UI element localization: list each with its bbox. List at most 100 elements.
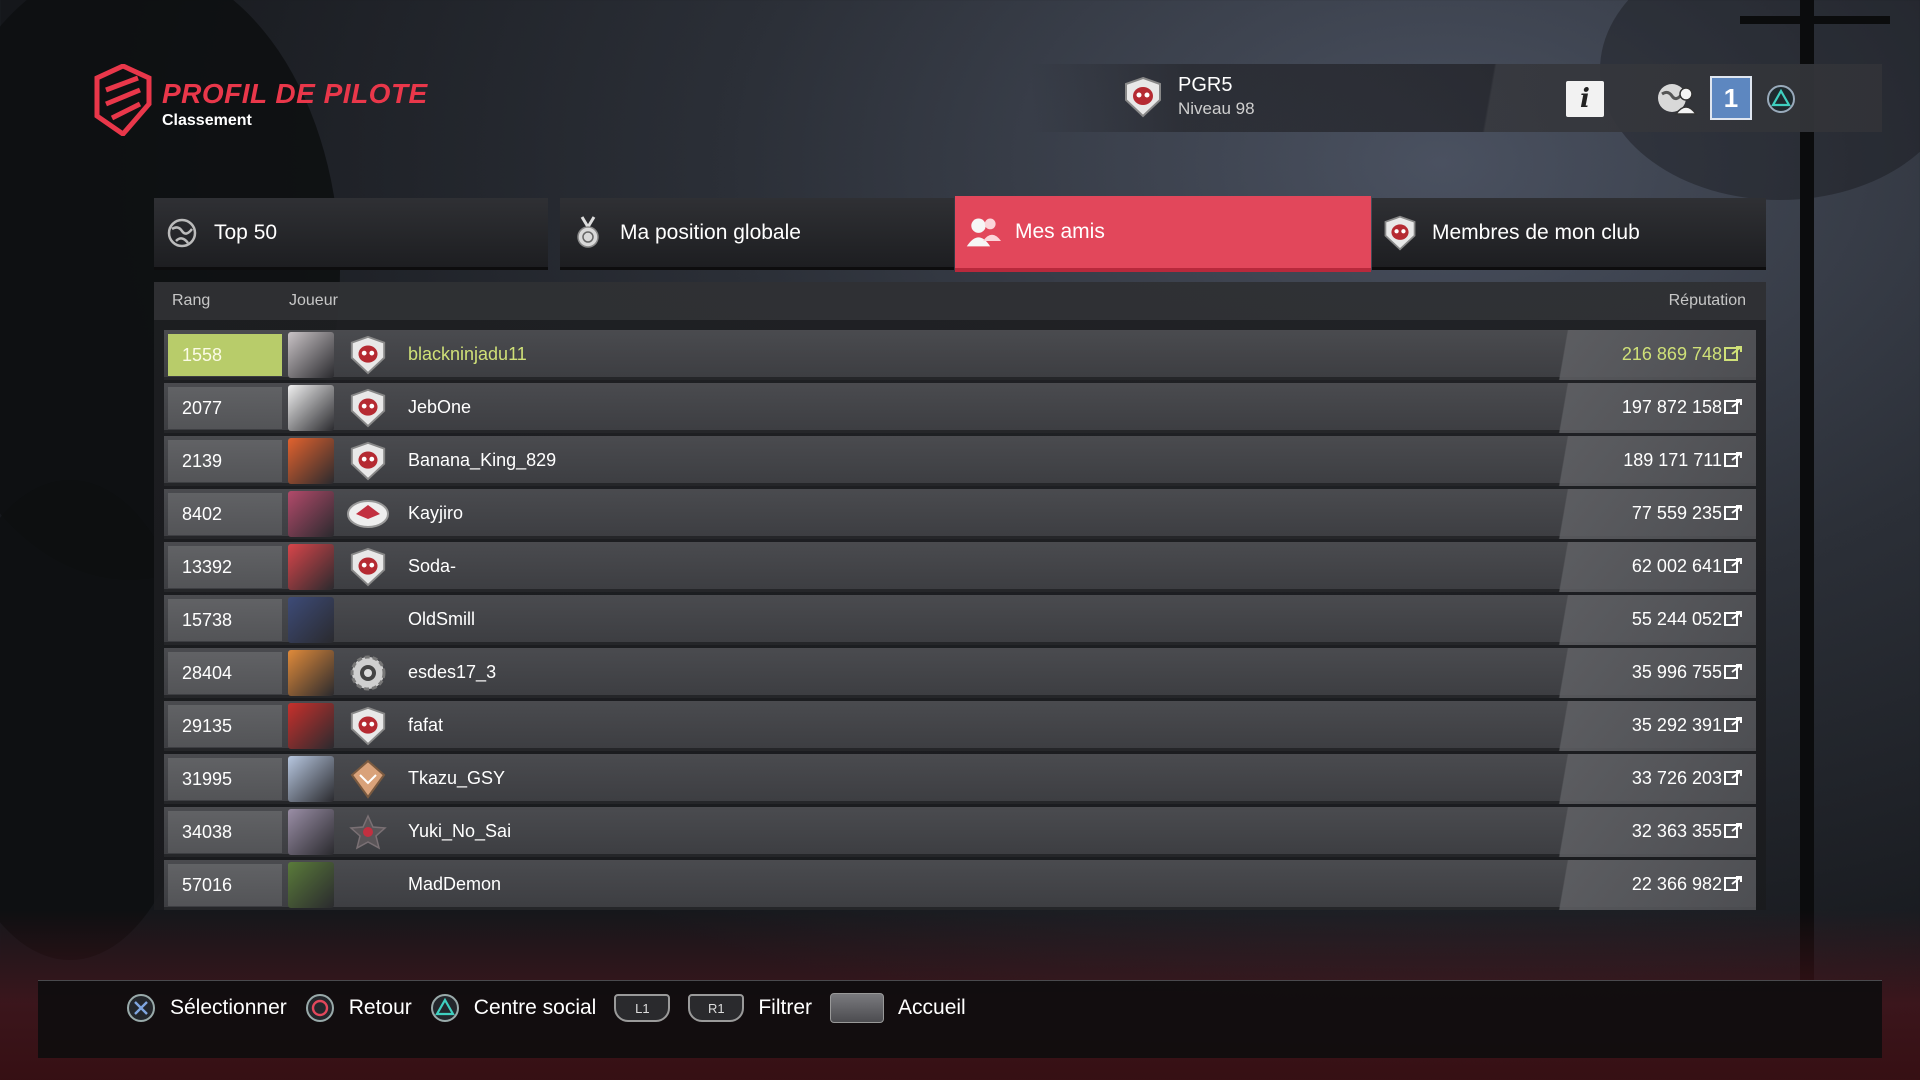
table-header: Rang Joueur Réputation bbox=[154, 282, 1766, 320]
page-subtitle: Classement bbox=[162, 112, 252, 129]
table-row[interactable]: 28404 esdes17_3 35 996 755 bbox=[164, 648, 1756, 698]
reputation-cell: 197 872 158 bbox=[1621, 397, 1722, 417]
table-row[interactable]: 29135 fafat 35 292 391 bbox=[164, 701, 1756, 751]
reputation-cell: 189 171 711 bbox=[1623, 450, 1722, 470]
player-name-cell: JebOne bbox=[408, 397, 472, 417]
reputation-icon bbox=[1724, 770, 1742, 785]
club-emblem-icon bbox=[346, 599, 390, 641]
player-name-cell: blackninjadu11 bbox=[408, 344, 527, 364]
rank-cell: 1558 bbox=[168, 334, 282, 376]
table-row[interactable]: 31995 Tkazu_GSY 33 726 203 bbox=[164, 754, 1756, 804]
social-label: Centre social bbox=[473, 996, 597, 1019]
tab-top-50[interactable]: Top 50 bbox=[154, 198, 548, 270]
tab-membres-de-mon-club[interactable]: Membres de mon club bbox=[1372, 198, 1766, 270]
notification-count-badge[interactable]: 1 bbox=[1710, 76, 1752, 120]
reputation-cell: 33 726 203 bbox=[1631, 768, 1722, 788]
player-name-cell: OldSmill bbox=[408, 609, 476, 629]
driveclub-logo-icon bbox=[94, 64, 152, 136]
circle-button-icon bbox=[305, 993, 335, 1023]
triangle-button-icon bbox=[430, 993, 460, 1023]
table-row[interactable]: 2139 Banana_King_829 189 171 711 bbox=[164, 436, 1756, 486]
back-label: Retour bbox=[348, 996, 412, 1019]
rank-cell: 29135 bbox=[168, 705, 282, 747]
reputation-cell: 77 559 235 bbox=[1631, 503, 1722, 523]
page-title: PROFIL DE PILOTE bbox=[162, 78, 428, 109]
tab-label: Ma position globale bbox=[620, 220, 801, 244]
reputation-icon bbox=[1724, 664, 1742, 679]
club-emblem-icon bbox=[346, 387, 390, 429]
column-header-reputation: Réputation bbox=[1668, 292, 1746, 309]
reputation-icon bbox=[1724, 505, 1742, 520]
tab-label: Membres de mon club bbox=[1432, 220, 1640, 244]
club-emblem-icon bbox=[1382, 215, 1418, 251]
avatar bbox=[288, 862, 334, 908]
touchpad-button-icon bbox=[830, 993, 885, 1023]
friends-world-icon[interactable] bbox=[1654, 80, 1698, 116]
avatar bbox=[288, 597, 334, 643]
info-icon[interactable]: i bbox=[1566, 81, 1604, 117]
club-emblem-icon bbox=[346, 864, 390, 906]
select-control[interactable]: Sélectionner bbox=[126, 993, 287, 1023]
avatar bbox=[288, 491, 334, 537]
reputation-icon bbox=[1724, 611, 1742, 626]
avatar bbox=[288, 385, 334, 431]
triangle-button-icon[interactable] bbox=[1766, 84, 1796, 114]
club-emblem-icon bbox=[346, 811, 390, 853]
rank-cell: 2077 bbox=[168, 387, 282, 429]
column-header-player: Joueur bbox=[289, 292, 338, 309]
controller-hints: Sélectionner Retour Centre social L1 R1 … bbox=[126, 990, 984, 1026]
club-skull-emblem-icon bbox=[1125, 76, 1161, 117]
leaderboard-tabs: Top 50 Ma position globale Mes amis Memb… bbox=[154, 196, 1766, 274]
reputation-icon bbox=[1724, 346, 1742, 361]
rank-cell: 13392 bbox=[168, 546, 282, 588]
table-row[interactable]: 8402 Kayjiro 77 559 235 bbox=[164, 489, 1756, 539]
player-name-cell: MadDemon bbox=[408, 874, 502, 894]
player-name-cell: Tkazu_GSY bbox=[408, 768, 506, 788]
club-emblem-icon bbox=[346, 440, 390, 482]
social-control[interactable]: Centre social bbox=[430, 993, 597, 1023]
table-row[interactable]: 13392 Soda- 62 002 641 bbox=[164, 542, 1756, 592]
table-row[interactable]: 34038 Yuki_No_Sai 32 363 355 bbox=[164, 807, 1756, 857]
reputation-cell: 32 363 355 bbox=[1631, 821, 1722, 841]
medal-icon bbox=[570, 215, 606, 251]
filter-label: Filtrer bbox=[758, 996, 813, 1019]
column-header-rank: Rang bbox=[172, 292, 211, 309]
table-row[interactable]: 15738 OldSmill 55 244 052 bbox=[164, 595, 1756, 645]
table-row[interactable]: 2077 JebOne 197 872 158 bbox=[164, 383, 1756, 433]
tab-ma-position-globale[interactable]: Ma position globale bbox=[560, 198, 954, 270]
tab-label: Top 50 bbox=[214, 220, 278, 244]
filter-control[interactable]: R1 Filtrer bbox=[688, 994, 812, 1022]
reputation-icon bbox=[1724, 823, 1742, 838]
table-row[interactable]: 57016 MadDemon 22 366 982 bbox=[164, 860, 1756, 910]
globe-icon bbox=[164, 215, 200, 251]
rank-cell: 15738 bbox=[168, 599, 282, 641]
player-name-cell: fafat bbox=[408, 715, 444, 735]
club-emblem-icon bbox=[346, 705, 390, 747]
rank-cell: 57016 bbox=[168, 864, 282, 906]
table-row[interactable]: 1558 blackninjadu11 216 869 748 bbox=[164, 330, 1756, 380]
select-label: Sélectionner bbox=[170, 996, 287, 1019]
rank-cell: 31995 bbox=[168, 758, 282, 800]
reputation-cell: 22 366 982 bbox=[1631, 874, 1722, 894]
l1-control[interactable]: L1 bbox=[614, 994, 671, 1022]
app-logo: PROFIL DE PILOTE Classement bbox=[94, 64, 428, 136]
avatar bbox=[288, 438, 334, 484]
rank-cell: 2139 bbox=[168, 440, 282, 482]
reputation-cell: 35 292 391 bbox=[1631, 715, 1722, 735]
player-profile: PGR5 Niveau 98 bbox=[1122, 74, 1255, 119]
tab-mes-amis[interactable]: Mes amis bbox=[955, 196, 1371, 272]
home-control[interactable]: Accueil bbox=[830, 993, 966, 1023]
player-level: Niveau 98 bbox=[1178, 99, 1255, 118]
player-name-cell: Banana_King_829 bbox=[408, 450, 557, 470]
reputation-icon bbox=[1724, 452, 1742, 467]
avatar bbox=[288, 756, 334, 802]
reputation-icon bbox=[1724, 558, 1742, 573]
reputation-icon bbox=[1724, 717, 1742, 732]
reputation-icon bbox=[1724, 399, 1742, 414]
reputation-cell: 35 996 755 bbox=[1631, 662, 1722, 682]
player-name-cell: Soda- bbox=[408, 556, 457, 576]
back-control[interactable]: Retour bbox=[305, 993, 412, 1023]
avatar bbox=[288, 650, 334, 696]
club-emblem-icon bbox=[346, 758, 390, 800]
reputation-icon bbox=[1724, 876, 1742, 891]
